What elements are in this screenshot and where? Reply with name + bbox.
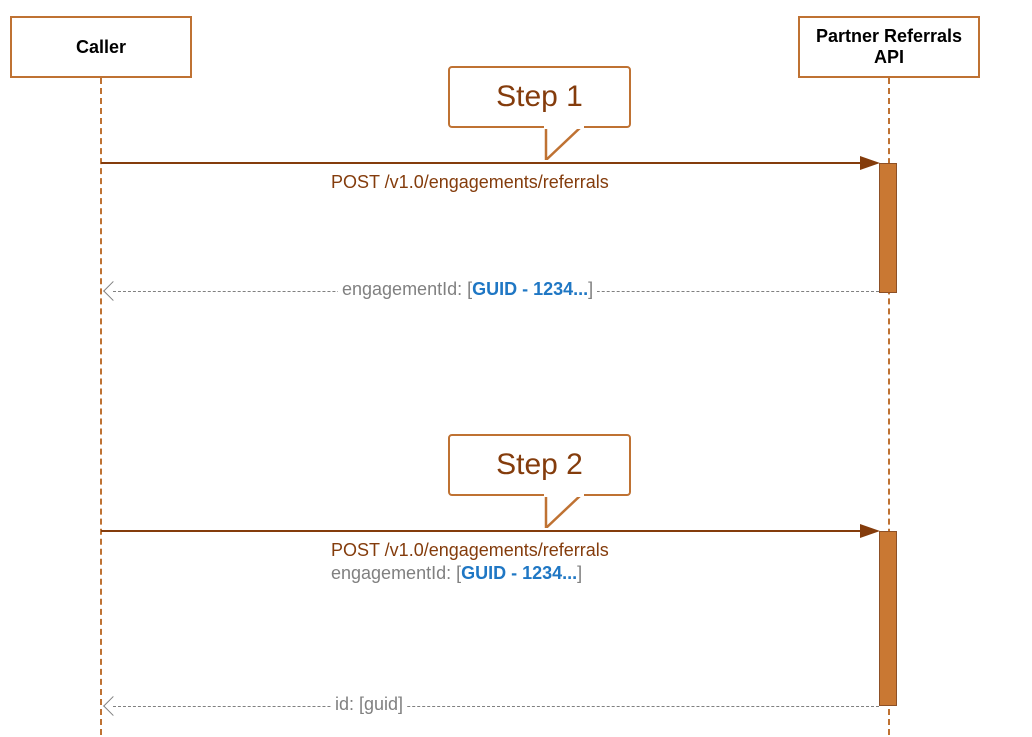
step2-request-prefix: engagementId: [ bbox=[331, 563, 461, 583]
step1-response-prefix: engagementId: [ bbox=[342, 279, 472, 299]
msg-step2-request-arrow-icon bbox=[860, 524, 880, 538]
speech-step1: Step 1 bbox=[448, 66, 631, 128]
step1-title: Step 1 bbox=[496, 80, 583, 114]
msg-step1-response-arrow-icon bbox=[103, 281, 123, 301]
msg-step1-request-arrow-icon bbox=[860, 156, 880, 170]
activation-step2 bbox=[879, 531, 897, 706]
step2-request-line1: POST /v1.0/engagements/referrals bbox=[331, 540, 609, 560]
lifeline-caller bbox=[100, 78, 102, 735]
step2-request-suffix: ] bbox=[577, 563, 582, 583]
step1-request-text: POST /v1.0/engagements/referrals bbox=[331, 172, 609, 192]
msg-step1-request-label: POST /v1.0/engagements/referrals bbox=[331, 172, 609, 193]
msg-step2-response-line bbox=[113, 706, 879, 707]
speech-tail-step1-icon bbox=[544, 126, 584, 160]
msg-step1-request-line bbox=[101, 162, 871, 164]
msg-step2-request-label2: engagementId: [GUID - 1234...] bbox=[331, 563, 582, 584]
msg-step2-response-arrow-icon bbox=[103, 696, 123, 716]
speech-tail-step2-icon bbox=[544, 494, 584, 528]
step1-response-suffix: ] bbox=[588, 279, 593, 299]
step2-title: Step 2 bbox=[496, 448, 583, 482]
actor-caller: Caller bbox=[10, 16, 192, 78]
msg-step2-request-line bbox=[101, 530, 871, 532]
msg-step2-request-label: POST /v1.0/engagements/referrals bbox=[331, 540, 609, 561]
step2-request-link[interactable]: GUID - 1234... bbox=[461, 563, 577, 583]
step2-response-text: id: [guid] bbox=[335, 694, 403, 714]
actor-api-label: Partner Referrals API bbox=[800, 26, 978, 68]
actor-api: Partner Referrals API bbox=[798, 16, 980, 78]
msg-step1-response-label: engagementId: [GUID - 1234...] bbox=[338, 279, 597, 300]
speech-step2: Step 2 bbox=[448, 434, 631, 496]
msg-step2-response-label: id: [guid] bbox=[331, 694, 407, 715]
step1-response-link[interactable]: GUID - 1234... bbox=[472, 279, 588, 299]
actor-caller-label: Caller bbox=[76, 37, 126, 58]
activation-step1 bbox=[879, 163, 897, 293]
